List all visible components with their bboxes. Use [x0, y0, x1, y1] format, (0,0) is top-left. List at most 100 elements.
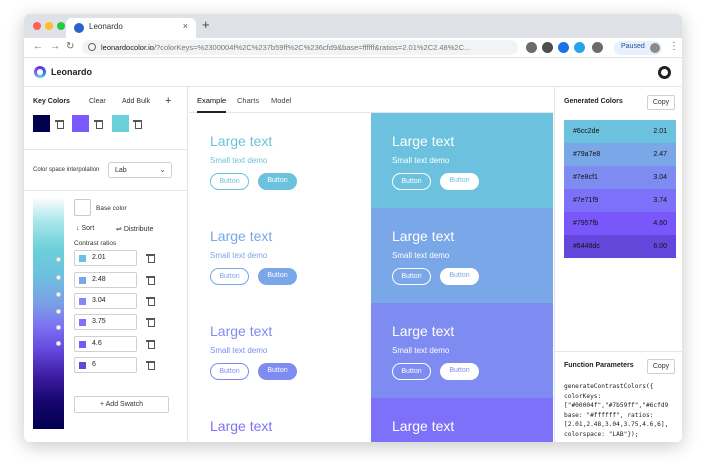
generated-color-row[interactable]: #7e8cf1 3.04 [564, 166, 676, 189]
outline-button[interactable]: Button [392, 173, 431, 190]
filled-button[interactable]: Button [258, 363, 297, 380]
trash-icon[interactable] [133, 120, 142, 129]
demo-cell: Large textSmall text demoButtonButton [371, 208, 553, 303]
small-text-sample: Small text demo [392, 346, 450, 355]
address-bar[interactable]: leonardocolor.io/?colorKeys=%2300004f%2C… [82, 40, 518, 55]
color-hex: #6448dc [573, 243, 600, 250]
outline-button[interactable]: Button [210, 268, 249, 285]
generated-color-row[interactable]: #6cc2de 2.01 [564, 120, 676, 143]
trash-icon[interactable] [146, 276, 155, 285]
color-ratio: 2.47 [653, 151, 667, 158]
copy-colors-button[interactable]: Copy [647, 95, 675, 110]
tab-close-icon[interactable]: × [183, 21, 188, 31]
close-window-button[interactable] [33, 22, 41, 30]
demo-cell: Large textSmall text demoButtonButton [371, 398, 553, 442]
ratio-input[interactable]: 3.04 [74, 293, 137, 309]
color-scale-gradient [33, 198, 64, 429]
github-icon[interactable] [658, 66, 671, 79]
extension-icon[interactable] [542, 42, 553, 53]
trash-icon[interactable] [94, 120, 103, 129]
trash-icon[interactable] [146, 361, 155, 370]
filled-button[interactable]: Button [440, 268, 479, 285]
color-hex: #6cc2de [573, 128, 600, 135]
generated-color-row[interactable]: #79a7e8 2.47 [564, 143, 676, 166]
color-hex: #7e8cf1 [573, 174, 598, 181]
new-tab-button[interactable]: + [202, 18, 210, 32]
add-swatch-button[interactable]: + Add Swatch [74, 396, 169, 413]
outline-button[interactable]: Button [392, 363, 431, 380]
generated-color-row[interactable]: #7957fb 4.60 [564, 212, 676, 235]
swatch-marker[interactable] [56, 292, 61, 297]
base-color-swatch[interactable] [74, 199, 91, 216]
url-text: leonardocolor.io/?colorKeys=%2300004f%2C… [101, 43, 471, 52]
demo-cell: Large textSmall text demoButtonButton [189, 208, 371, 303]
ratio-swatch [79, 362, 86, 369]
forward-icon[interactable]: → [50, 41, 60, 53]
tab-bar: Leonardo × + [24, 14, 682, 38]
ratio-input[interactable]: 2.01 [74, 250, 137, 266]
tab-charts[interactable]: Charts [237, 96, 259, 105]
swatch-marker[interactable] [56, 257, 61, 262]
eyedropper-extension-icon[interactable] [526, 42, 537, 53]
add-bulk-button[interactable]: Add Bulk [122, 98, 150, 105]
app-header: Leonardo [24, 59, 682, 87]
ratio-input[interactable]: 6 [74, 357, 137, 373]
browser-menu-icon[interactable]: ⋮ [669, 41, 679, 52]
tab-title: Leonardo [89, 22, 123, 31]
divider [24, 190, 188, 191]
browser-tab[interactable]: Leonardo × [66, 18, 196, 38]
outline-button[interactable]: Button [392, 268, 431, 285]
tab-model[interactable]: Model [271, 96, 291, 105]
output-panel: Generated Colors Copy #6cc2de 2.01 #79a7e8… [554, 87, 682, 442]
copy-code-button[interactable]: Copy [647, 359, 675, 374]
trash-icon[interactable] [146, 340, 155, 349]
reload-icon[interactable]: ↻ [66, 41, 74, 53]
generated-color-row[interactable]: #6448dc 6.00 [564, 235, 676, 258]
ratio-input[interactable]: 3.75 [74, 314, 137, 330]
sort-button[interactable]: ↓ Sort [76, 225, 94, 232]
outline-button[interactable]: Button [210, 173, 249, 190]
small-text-sample: Small text demo [210, 441, 267, 442]
trash-icon[interactable] [146, 254, 155, 263]
color-ratio: 6.00 [653, 243, 667, 250]
trash-icon[interactable] [55, 120, 64, 129]
ratio-input[interactable]: 2.48 [74, 272, 137, 288]
extension-icon[interactable] [558, 42, 569, 53]
outline-button[interactable]: Button [210, 363, 249, 380]
color-ratio: 4.60 [653, 220, 667, 227]
config-panel: Key Colors Clear Add Bulk + Color space … [24, 87, 188, 442]
filled-button[interactable]: Button [440, 363, 479, 380]
interpolation-select[interactable]: Lab ⌄ [108, 162, 172, 178]
swatch-marker[interactable] [56, 325, 61, 330]
extension-icon[interactable] [574, 42, 585, 53]
key-color-swatch[interactable] [112, 115, 129, 132]
trash-icon[interactable] [146, 318, 155, 327]
clear-button[interactable]: Clear [89, 98, 106, 105]
divider [24, 149, 188, 150]
filled-button[interactable]: Button [258, 268, 297, 285]
tab-example[interactable]: Example [197, 96, 226, 105]
profile-paused-button[interactable]: Paused [614, 41, 662, 55]
puzzle-icon[interactable] [592, 42, 603, 53]
add-key-color-button[interactable]: + [165, 95, 171, 107]
minimize-window-button[interactable] [45, 22, 53, 30]
key-color-swatch[interactable] [72, 115, 89, 132]
swatch-marker[interactable] [56, 309, 61, 314]
back-icon[interactable]: ← [33, 41, 43, 53]
swatch-marker[interactable] [56, 275, 61, 280]
distribute-button[interactable]: ⇌ Distribute [116, 225, 153, 233]
maximize-window-button[interactable] [57, 22, 65, 30]
site-info-icon[interactable] [88, 43, 96, 51]
ratio-input[interactable]: 4.6 [74, 336, 137, 352]
ratio-swatch [79, 255, 86, 262]
ratio-swatch [79, 319, 86, 326]
key-color-swatch[interactable] [33, 115, 50, 132]
leonardo-logo-icon [34, 66, 46, 78]
ratio-swatch [79, 277, 86, 284]
swatch-marker[interactable] [56, 341, 61, 346]
large-text-sample: Large text [392, 323, 455, 339]
filled-button[interactable]: Button [258, 173, 297, 190]
filled-button[interactable]: Button [440, 173, 479, 190]
generated-color-row[interactable]: #7e71f9 3.74 [564, 189, 676, 212]
trash-icon[interactable] [146, 297, 155, 306]
